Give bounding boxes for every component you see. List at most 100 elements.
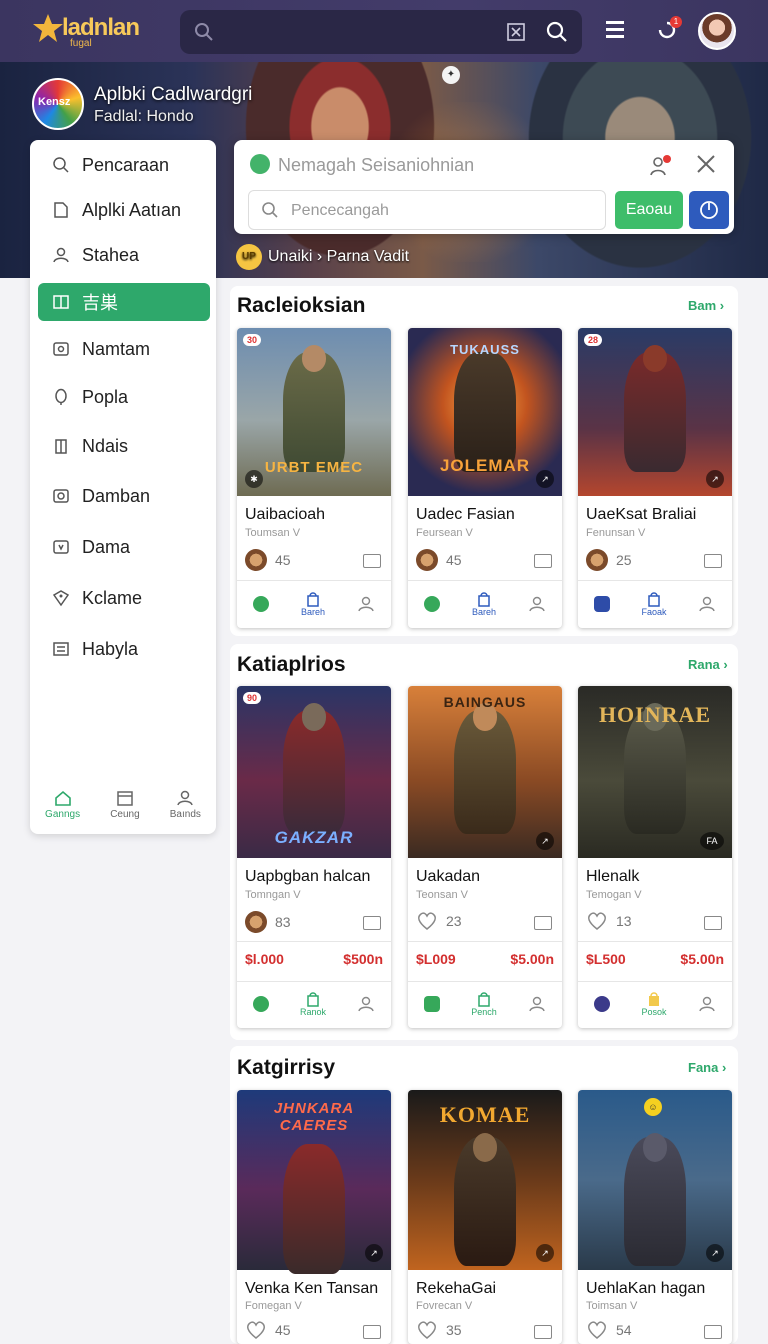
profile-icon[interactable] <box>357 995 375 1013</box>
card-action-primary[interactable]: Faoak <box>641 591 667 617</box>
bookmark-icon[interactable] <box>363 1325 381 1339</box>
bookmark-icon[interactable] <box>704 554 722 568</box>
sidebar-item-active[interactable]: 吉巣 <box>38 283 210 321</box>
sidebar-item-stahea[interactable]: Stahea <box>38 236 210 274</box>
sidebar-item-pencaraan[interactable]: Pencaraan <box>38 146 210 184</box>
action-label: Pench <box>471 1007 497 1017</box>
bookmark-icon[interactable] <box>704 1325 722 1339</box>
sidebar-footer-ganngs[interactable]: Ganngs <box>45 789 80 820</box>
profile-icon[interactable] <box>528 995 546 1013</box>
panel-input-placeholder: Pencecangah <box>291 202 389 219</box>
profile-icon[interactable] <box>698 995 716 1013</box>
panel-message: Nemagah Seisaniohnian <box>278 155 475 175</box>
hero-tag-badge: UP <box>236 244 262 270</box>
status-icon[interactable] <box>252 996 269 1012</box>
card-badge: 90 <box>243 692 262 704</box>
game-card-title: UehlaKan hagan <box>586 1280 706 1297</box>
card-art-top-title: JHNKARA CAERES <box>273 1100 355 1134</box>
card-art-title: GAKZAR <box>274 828 354 847</box>
bookmark-icon[interactable] <box>704 916 722 930</box>
section-more-link[interactable]: Rana › <box>688 657 728 672</box>
game-card-stat: 25 <box>586 549 632 571</box>
status-icon[interactable] <box>252 596 269 612</box>
game-card-meta: Temogan V <box>586 889 642 901</box>
sidebar-item-damban[interactable]: Damban <box>38 477 210 515</box>
card-art-top-title: HOINRAE <box>598 702 712 727</box>
bag-icon <box>648 592 660 607</box>
heart-icon[interactable] <box>416 911 438 931</box>
game-card[interactable]: 30 URBT EMEC ✱ Uaibacioah Toumsan V 45 B… <box>237 328 391 628</box>
person-icon <box>177 790 194 806</box>
game-card[interactable]: 28 ↗ UaeKsat Braliai Fenunsan V 25 Faoak <box>578 328 732 628</box>
game-card[interactable]: BAINGAUS ↗ Uakadan Teonsan V 23 $L009 $5… <box>408 686 562 1028</box>
card-action-primary[interactable]: Bareh <box>472 591 496 617</box>
game-card[interactable]: JHNKARA CAERES ↗ Venka Ken Tansan Fomega… <box>237 1090 391 1344</box>
action-label: Bareh <box>300 607 325 617</box>
profile-icon[interactable] <box>357 595 375 613</box>
sidebar-item-dama[interactable]: Dama <box>38 528 210 566</box>
sidebar-item-kclame[interactable]: Kclame <box>38 579 210 617</box>
user-avatar[interactable] <box>698 12 736 50</box>
sidebar-footer-ceung[interactable]: Ceung <box>110 789 140 820</box>
brand-subtitle: fugal <box>70 38 92 49</box>
profile-icon[interactable] <box>528 595 546 613</box>
game-card[interactable]: 90 GAKZAR Uapbgban halcan Tomngan V 83 $… <box>237 686 391 1028</box>
hero-indicator-icon[interactable]: ✦ <box>442 66 460 84</box>
sidebar-item-namtam[interactable]: Namtam <box>38 330 210 368</box>
search-icon <box>195 23 213 41</box>
heart-icon[interactable] <box>416 1320 438 1340</box>
game-card-image: KOMAE ↗ <box>408 1090 562 1270</box>
status-icon[interactable] <box>593 596 610 612</box>
hero-logo[interactable]: Kensz <box>32 78 84 130</box>
search-icon <box>262 202 278 218</box>
bookmark-icon[interactable] <box>534 1325 552 1339</box>
heart-icon[interactable] <box>245 1320 267 1340</box>
sidebar-footer: Ganngs Ceung Baınds <box>30 789 216 820</box>
panel-power-button[interactable] <box>689 191 729 229</box>
card-action-primary[interactable]: Pench <box>471 991 497 1017</box>
heart-icon[interactable] <box>586 911 608 931</box>
bookmark-icon[interactable] <box>534 916 552 930</box>
game-card[interactable]: TUKAUSS JOLEMAR ↗ Uadec Fasian Feursean … <box>408 328 562 628</box>
sidebar-footer-bainds[interactable]: Baınds <box>170 789 201 820</box>
card-action-primary[interactable]: Bareh <box>301 591 325 617</box>
bookmark-icon[interactable] <box>363 916 381 930</box>
price-primary: $L009 <box>416 951 456 967</box>
game-card-meta: Teonsan V <box>416 889 468 901</box>
profile-icon[interactable] <box>698 595 716 613</box>
bookmark-icon[interactable] <box>363 554 381 568</box>
section-more-link[interactable]: Fana › <box>688 1060 726 1075</box>
card-action-primary[interactable]: Posok <box>641 991 667 1017</box>
sidebar-item-popla[interactable]: Popla <box>38 378 210 416</box>
app-logo[interactable]: ladnlan fugal <box>32 12 142 52</box>
hero-tag[interactable]: UP Unaiki › Parna Vadit <box>236 244 409 270</box>
status-icon[interactable] <box>423 596 440 612</box>
heart-icon[interactable] <box>586 1320 608 1340</box>
panel-search-input[interactable]: Pencecangah <box>248 190 606 230</box>
panel-primary-button[interactable]: Eaoau <box>615 191 683 229</box>
section-more-link[interactable]: Bam › <box>688 298 724 313</box>
sidebar-item-ndais[interactable]: Ndais <box>38 427 210 465</box>
translate-icon[interactable] <box>506 22 526 42</box>
alert-user-icon[interactable] <box>648 154 672 178</box>
status-icon[interactable] <box>423 996 440 1012</box>
sidebar-item-habyla[interactable]: Habyla <box>38 630 210 668</box>
close-icon[interactable] <box>694 152 718 176</box>
stat-count: 25 <box>616 552 632 568</box>
status-icon[interactable] <box>593 996 610 1012</box>
bookmark-icon[interactable] <box>534 554 552 568</box>
search-submit-icon[interactable] <box>546 21 568 43</box>
menu-icon[interactable] <box>604 18 626 40</box>
notifications-button[interactable]: 1 <box>656 16 682 44</box>
search-bar[interactable] <box>180 10 582 54</box>
stat-count: 45 <box>275 1322 291 1338</box>
game-card[interactable]: HOINRAE FA Hlenalk Temogan V 13 $L500 $5… <box>578 686 732 1028</box>
game-card-stat: 45 <box>416 549 462 571</box>
sidebar-item-alplki-aatian[interactable]: Alplki Aatıan <box>38 191 210 229</box>
hero-subtitle: Fadlal: Hondo <box>94 108 194 125</box>
game-card[interactable]: KOMAE ↗ RekehaGai Fovrecan V 35 <box>408 1090 562 1344</box>
card-action-primary[interactable]: Ranok <box>300 991 326 1017</box>
game-card-meta: Toumsan V <box>245 527 301 539</box>
tag-icon <box>52 590 70 607</box>
game-card[interactable]: ☺ ↗ UehlaKan hagan Toimsan V 54 <box>578 1090 732 1344</box>
